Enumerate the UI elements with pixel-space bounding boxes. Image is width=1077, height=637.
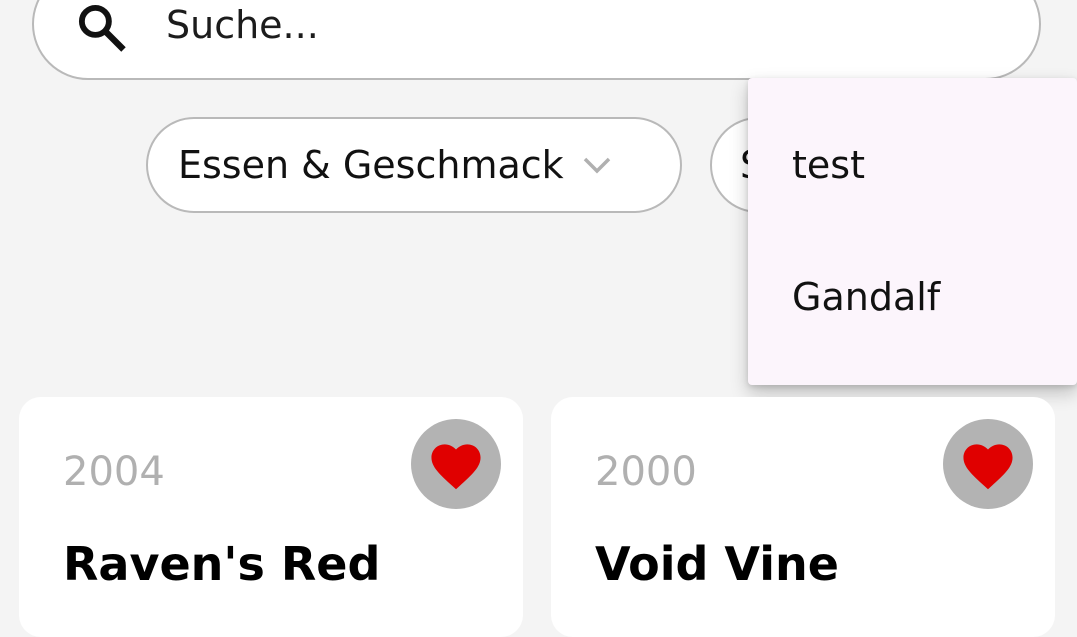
search-input[interactable] [166,0,926,50]
card-year: 2000 [595,449,697,495]
card-year: 2004 [63,449,165,495]
search-bar[interactable] [32,0,1041,80]
search-icon [78,4,126,52]
product-card[interactable]: 2004 Raven's Red [19,397,523,637]
menu-item[interactable]: test [748,110,1077,220]
chevron-down-icon [583,157,610,174]
menu-item[interactable]: Gandalf [748,242,1077,352]
favorite-button[interactable] [411,419,501,509]
card-title: Void Vine [595,537,839,591]
product-card[interactable]: 2000 Void Vine [551,397,1055,637]
heart-icon [431,444,481,490]
filter-chip-label: Essen & Geschmack [178,143,564,187]
favorite-button[interactable] [943,419,1033,509]
filter-chip-category[interactable]: Essen & Geschmack [146,117,682,213]
card-title: Raven's Red [63,537,381,591]
heart-icon [963,444,1013,490]
dropdown-menu: test Gandalf [748,78,1077,385]
